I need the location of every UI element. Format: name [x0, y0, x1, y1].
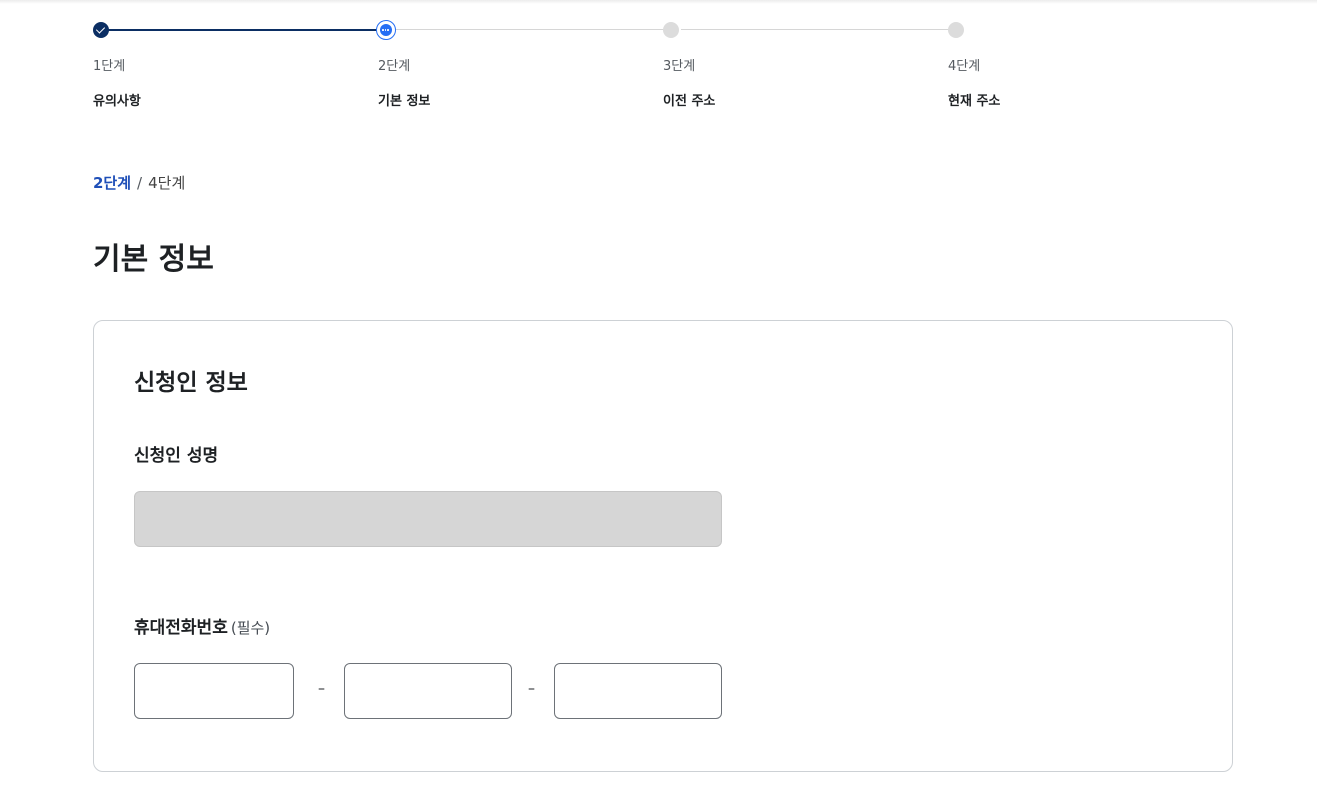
step-title: 기본 정보 — [378, 94, 431, 109]
page-title: 기본 정보 — [93, 242, 214, 277]
card-title: 신청인 정보 — [134, 370, 248, 396]
top-shadow — [0, 0, 1317, 4]
step-title: 유의사항 — [93, 94, 141, 109]
applicant-name-label: 신청인 성명 — [134, 441, 218, 466]
pending-dot-icon — [948, 22, 964, 38]
phone-middle-input[interactable] — [344, 663, 512, 719]
page: 1단계 유의사항 2단계 기본 정보 3단계 이전 주소 4단계 현재 주소 2… — [0, 0, 1317, 802]
step-number: 3단계 — [663, 59, 696, 74]
step-separator: / — [137, 174, 143, 192]
in-progress-icon — [376, 20, 396, 40]
step-number: 4단계 — [948, 59, 981, 74]
pending-dot-icon — [663, 22, 679, 38]
mobile-phone-label-text: 휴대전화번호 — [134, 618, 228, 638]
required-indicator: (필수) — [230, 619, 271, 637]
step-connector-done — [101, 29, 386, 31]
applicant-name-field — [134, 491, 722, 547]
phone-prefix-input[interactable] — [134, 663, 294, 719]
step-indicator: 1단계 유의사항 2단계 기본 정보 3단계 이전 주소 4단계 현재 주소 — [93, 20, 1093, 120]
applicant-name-label-text: 신청인 성명 — [134, 446, 219, 466]
step-title: 현재 주소 — [948, 94, 1001, 109]
phone-dash: – — [528, 681, 535, 697]
total-steps: 4단계 — [148, 174, 186, 192]
current-step: 2단계 — [93, 174, 132, 192]
check-icon — [93, 22, 109, 38]
step-number: 1단계 — [93, 59, 126, 74]
phone-last-input[interactable] — [554, 663, 722, 719]
phone-dash: – — [318, 681, 325, 697]
applicant-info-card: 신청인 정보 신청인 성명 휴대전화번호 (필수) – – — [93, 320, 1233, 772]
step-title: 이전 주소 — [663, 94, 716, 109]
mobile-phone-label: 휴대전화번호 (필수) — [134, 613, 270, 638]
step-connector — [681, 29, 956, 30]
step-number: 2단계 — [378, 59, 411, 74]
step-connector — [396, 29, 671, 30]
step-counter: 2단계 / 4단계 — [93, 172, 185, 193]
